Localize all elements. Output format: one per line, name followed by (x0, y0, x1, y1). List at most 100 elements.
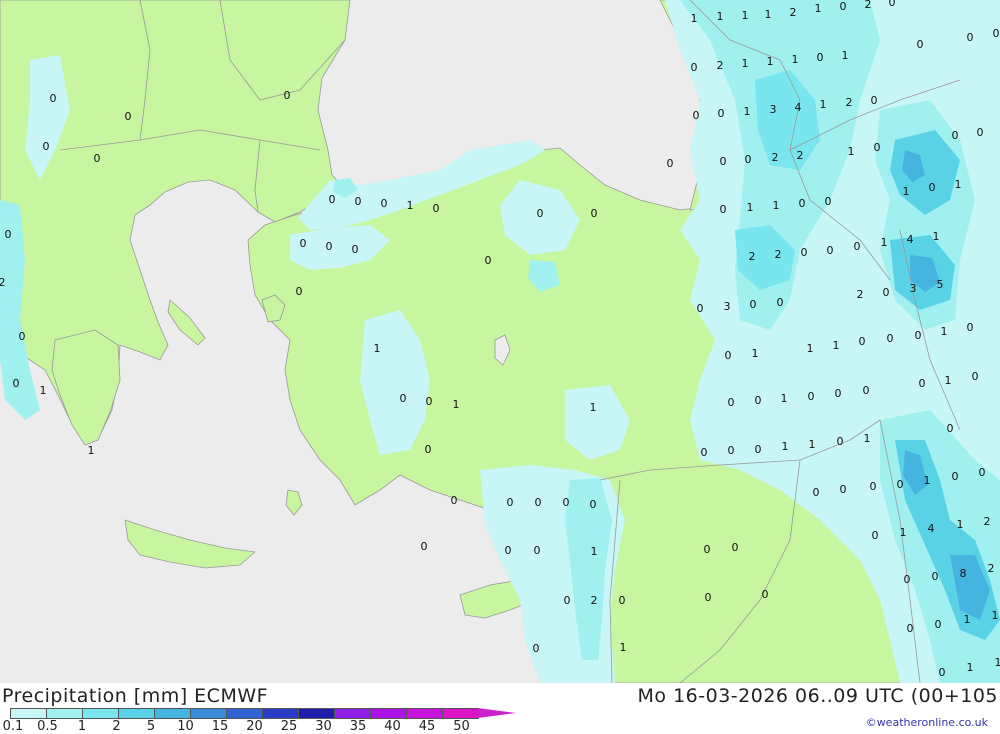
legend-swatch (334, 708, 371, 719)
precip-value-label: 0 (50, 92, 57, 105)
precip-value-label: 0 (887, 332, 894, 345)
precip-value-label: 0 (421, 540, 428, 553)
precip-value-label: 0 (426, 395, 433, 408)
precip-value-label: 0 (591, 207, 598, 220)
precip-value-label: 1 (864, 432, 871, 445)
precip-value-label: 0 (43, 140, 50, 153)
precip-value-label: 1 (767, 55, 774, 68)
precip-value-label: 1 (782, 440, 789, 453)
precip-value-label: 1 (374, 342, 381, 355)
precip-value-label: 0 (535, 496, 542, 509)
precip-value-label: 0 (904, 573, 911, 586)
precip-value-label: 0 (728, 444, 735, 457)
legend-swatch (118, 708, 155, 719)
precip-value-label: 1 (453, 398, 460, 411)
precip-value-label: 1 (881, 236, 888, 249)
legend-label: 2 (112, 719, 120, 734)
legend-swatch (190, 708, 227, 719)
precip-value-label: 0 (691, 61, 698, 74)
credit-link[interactable]: ©weatheronline.co.uk (866, 716, 988, 729)
precip-value-label: 0 (755, 443, 762, 456)
precip-value-label: 1 (955, 178, 962, 191)
precip-value-label: 0 (897, 478, 904, 491)
legend-swatch (370, 708, 407, 719)
precip-value-label: 0 (94, 152, 101, 165)
precip-value-label: 0 (859, 335, 866, 348)
precip-value-label: 0 (667, 157, 674, 170)
precip-value-label: 0 (534, 544, 541, 557)
precip-value-label: 0 (889, 0, 896, 9)
precip-value-label: 0 (837, 435, 844, 448)
precip-value-label: 0 (284, 89, 291, 102)
precip-value-label: 2 (797, 149, 804, 162)
precip-value-label: 1 (88, 444, 95, 457)
precip-value-label: 0 (451, 494, 458, 507)
precip-value-label: 0 (732, 541, 739, 554)
precip-value-label: 0 (533, 642, 540, 655)
precip-value-label: 0 (907, 622, 914, 635)
precip-value-label: 0 (947, 422, 954, 435)
legend-swatch (262, 708, 299, 719)
precip-value-label: 0 (355, 195, 362, 208)
precip-value-label: 0 (799, 197, 806, 210)
precip-value-label: 0 (813, 486, 820, 499)
legend-label: 0.1 (3, 719, 24, 734)
precip-value-label: 0 (972, 370, 979, 383)
precip-value-label: 0 (801, 246, 808, 259)
precip-value-label: 0 (952, 129, 959, 142)
legend-label: 30 (315, 719, 332, 734)
precip-value-label: 0 (872, 529, 879, 542)
precip-value-label: 1 (807, 342, 814, 355)
precip-value-label: 0 (693, 109, 700, 122)
legend-label: 50 (453, 719, 470, 734)
precip-value-label: 2 (857, 288, 864, 301)
precip-value-label: 1 (992, 609, 999, 622)
precip-value-label: 0 (915, 329, 922, 342)
precip-value-label: 1 (747, 201, 754, 214)
precip-value-label: 0 (352, 243, 359, 256)
precip-value-label: 2 (790, 6, 797, 19)
legend-label: 35 (350, 719, 367, 734)
precip-value-label: 1 (820, 98, 827, 111)
precip-value-label: 0 (750, 298, 757, 311)
precip-value-label: 0 (563, 496, 570, 509)
precip-value-label: 0 (725, 349, 732, 362)
legend-swatch (154, 708, 191, 719)
legend-swatch (406, 708, 443, 719)
legend-swatch (226, 708, 263, 719)
precip-value-label: 1 (620, 641, 627, 654)
precip-value-label: 1 (742, 9, 749, 22)
precip-value-label: 0 (13, 377, 20, 390)
legend-label: 10 (177, 719, 194, 734)
precip-value-label: 0 (326, 240, 333, 253)
precip-value-label: 1 (407, 199, 414, 212)
precip-value-label: 0 (400, 392, 407, 405)
precip-value-label: 0 (728, 396, 735, 409)
precip-value-label: 0 (808, 390, 815, 403)
legend-swatch (46, 708, 83, 719)
legend-swatch (10, 708, 47, 719)
precip-value-label: 0 (835, 387, 842, 400)
precip-value-label: 1 (717, 10, 724, 23)
precip-value-label: 0 (979, 466, 986, 479)
precip-value-label: 0 (932, 570, 939, 583)
precip-value-label: 0 (935, 618, 942, 631)
precip-value-label: 1 (945, 374, 952, 387)
precip-value-label: 0 (952, 470, 959, 483)
precip-value-label: 2 (775, 248, 782, 261)
precip-value-label: 2 (772, 151, 779, 164)
precip-value-label: 0 (840, 483, 847, 496)
precip-value-label: 1 (792, 53, 799, 66)
precip-value-label: 2 (591, 594, 598, 607)
precip-value-label: 1 (900, 526, 907, 539)
precip-value-label: 0 (705, 591, 712, 604)
precip-value-label: 0 (718, 107, 725, 120)
precip-value-label: 0 (5, 228, 12, 241)
precip-value-label: 0 (827, 244, 834, 257)
precipitation-map[interactable]: 1111210200000211101001341200000022101010… (0, 0, 1000, 683)
precip-value-label: 0 (762, 588, 769, 601)
precip-legend (10, 708, 516, 719)
precip-value-label: 0 (863, 384, 870, 397)
legend-swatch (298, 708, 335, 719)
precip-value-label: 0 (929, 181, 936, 194)
